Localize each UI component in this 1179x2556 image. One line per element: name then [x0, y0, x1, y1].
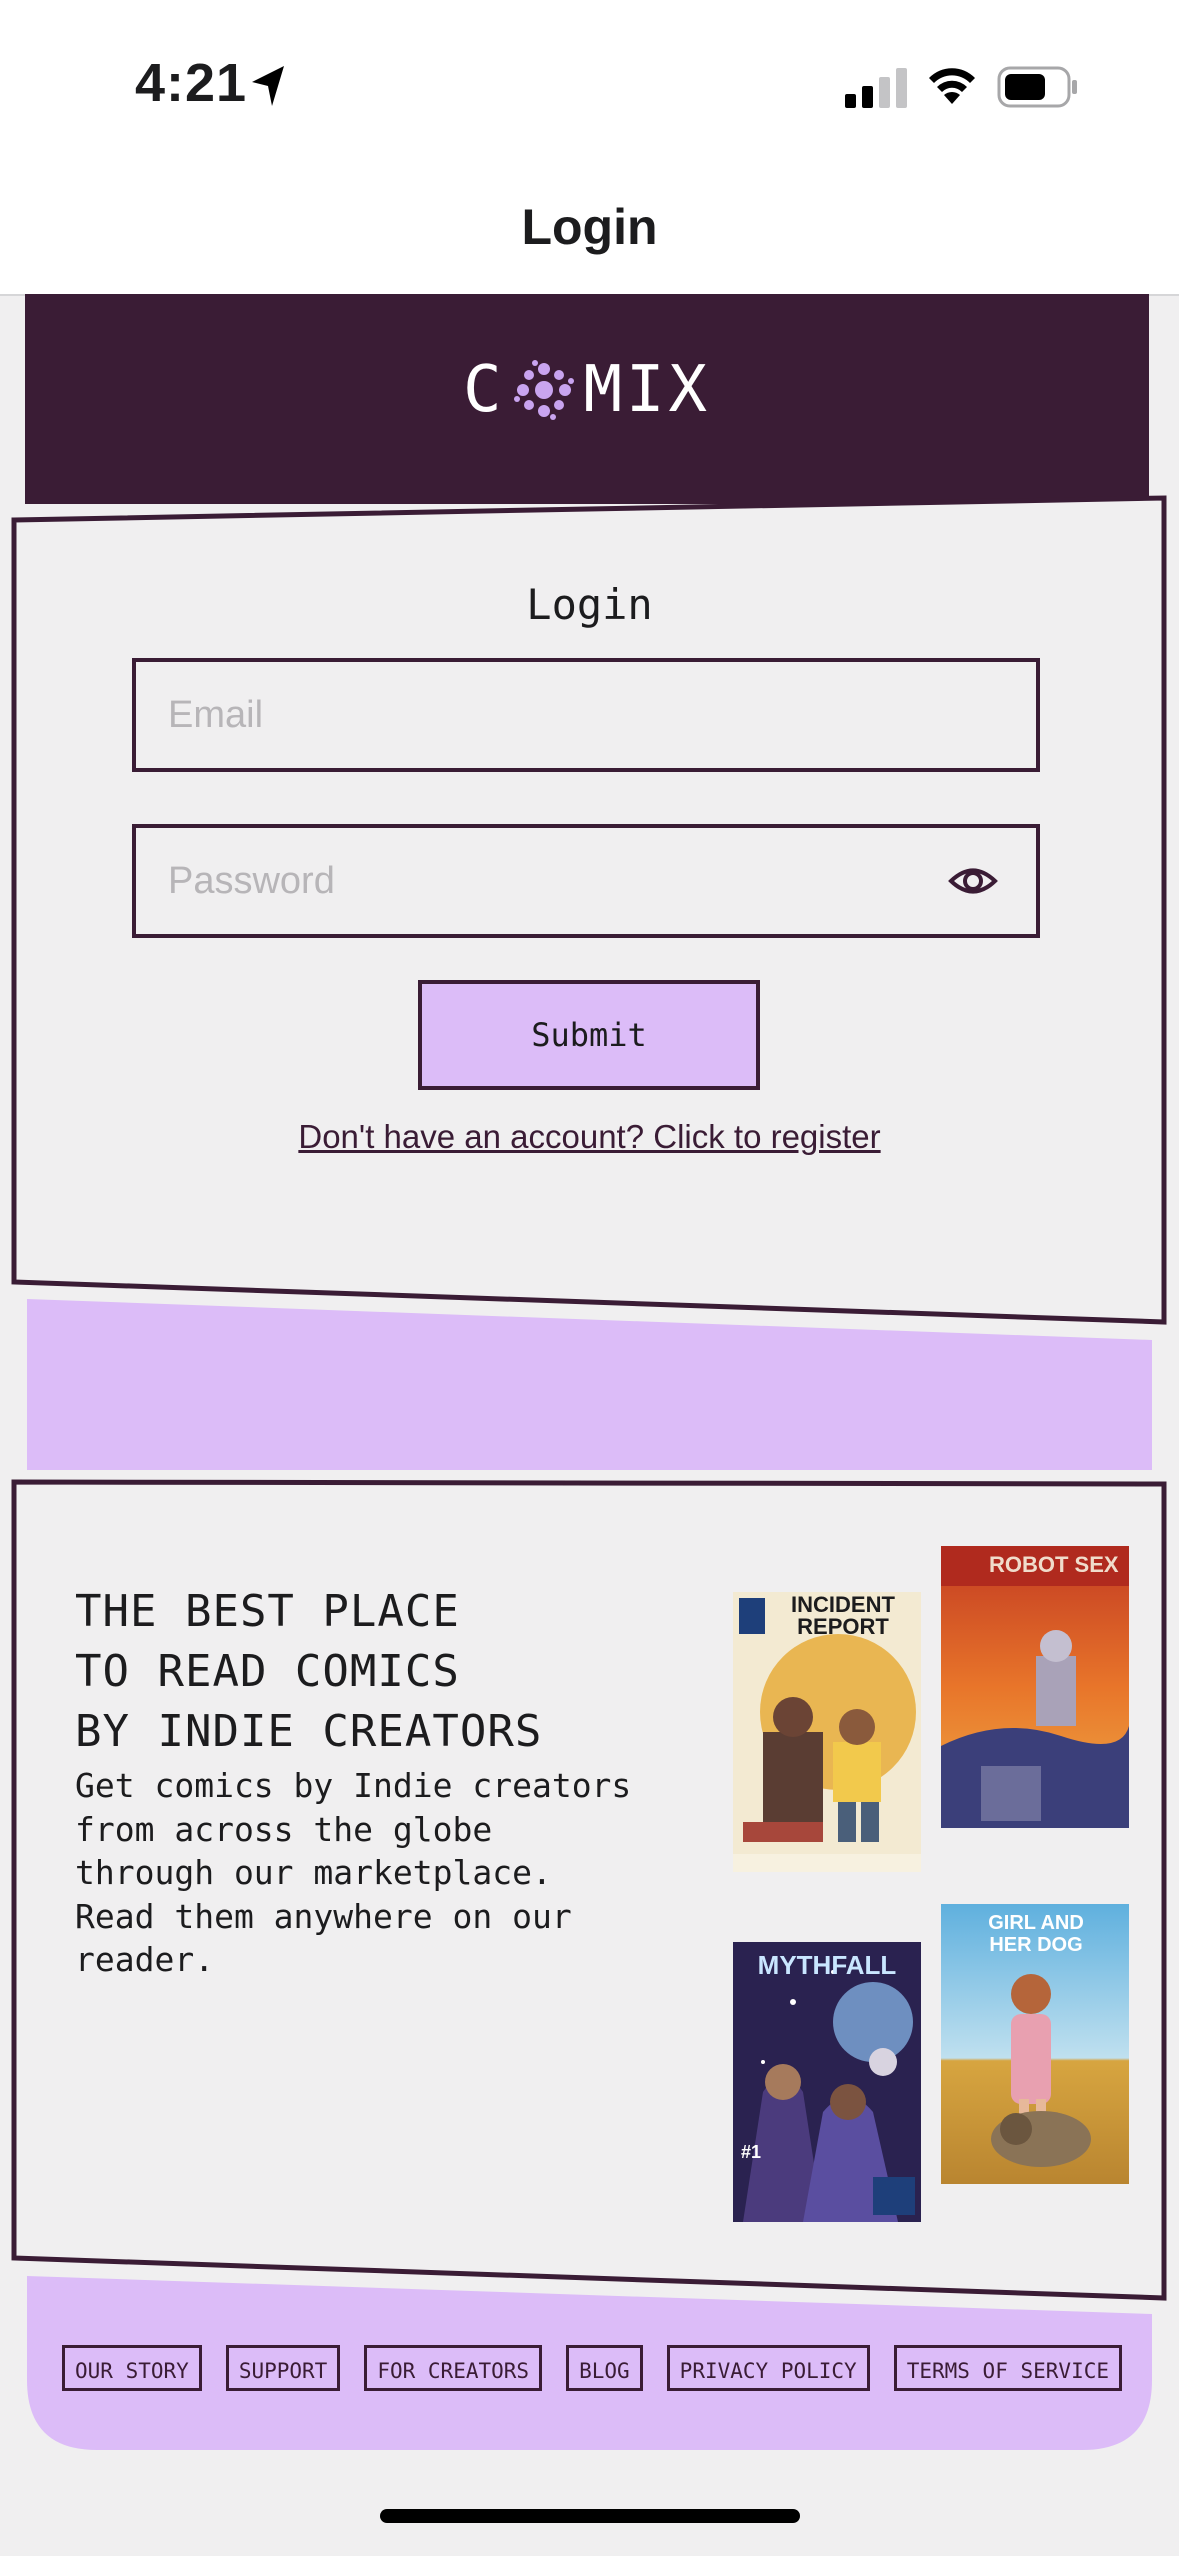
promo-body-line: through our marketplace. — [75, 1853, 552, 1892]
wifi-icon — [929, 68, 975, 104]
logo-letters-mix: MIX — [583, 353, 712, 428]
home-indicator[interactable] — [380, 2509, 800, 2523]
email-input[interactable] — [168, 662, 948, 768]
password-input[interactable] — [168, 828, 948, 934]
cover-title: MYTHFALL — [757, 1950, 897, 1980]
cover-title: GIRL AND HER DOG — [988, 1912, 1084, 1956]
comic-cover-art — [941, 1546, 1129, 1828]
status-time: 4:21 — [135, 53, 248, 113]
comic-cover-girl-and-her-dog[interactable]: GIRL AND HER DOG — [941, 1904, 1129, 2184]
promo-title-line: TO READ COMICS — [75, 1646, 460, 1697]
footer-link-privacy-policy[interactable]: PRIVACY POLICY — [666, 2345, 870, 2391]
promo-title: THE BEST PLACE TO READ COMICS BY INDIE C… — [75, 1582, 542, 1762]
cover-title: ROBOT SEX — [989, 1552, 1119, 1577]
submit-button[interactable]: Submit — [418, 980, 760, 1090]
promo-title-line: THE BEST PLACE — [75, 1586, 460, 1637]
status-bar: 4:21 — [0, 0, 1179, 170]
email-field[interactable] — [132, 658, 1040, 772]
promo-description: Get comics by Indie creators from across… — [75, 1764, 675, 1982]
cellular-signal-icon — [845, 68, 907, 108]
comix-logo[interactable]: C MIX — [25, 350, 1149, 427]
login-card: Login Submit Don't have an account? Clic… — [0, 490, 1179, 1330]
promo-body-line: Read them anywhere on our — [75, 1896, 572, 1936]
logo-dots-icon — [514, 360, 575, 421]
register-link[interactable]: Don't have an account? Click to register — [0, 1118, 1179, 1156]
nav-bar: Login — [0, 170, 1179, 296]
brand-header: C MIX — [25, 294, 1149, 504]
comic-cover-mythfall[interactable]: MYTHFALL #1 — [733, 1942, 921, 2222]
cover-issue-badge: #1 — [741, 2142, 762, 2162]
accent-band — [27, 1299, 1152, 1470]
footer-link-support[interactable]: SUPPORT — [225, 2345, 341, 2391]
footer: OUR STORY SUPPORT FOR CREATORS BLOG PRIV… — [0, 2270, 1179, 2460]
page-title: Login — [521, 199, 658, 255]
footer-links: OUR STORY SUPPORT FOR CREATORS BLOG PRIV… — [62, 2345, 1122, 2391]
footer-link-blog[interactable]: BLOG — [566, 2345, 643, 2391]
login-heading: Login — [526, 580, 653, 629]
location-arrow-icon — [252, 66, 284, 106]
cover-title: INCIDENT REPORT — [791, 1592, 895, 1639]
footer-link-for-creators[interactable]: FOR CREATORS — [364, 2345, 543, 2391]
comic-cover-incident-report[interactable]: INCIDENT REPORT — [733, 1592, 921, 1872]
password-field[interactable] — [132, 824, 1040, 938]
comic-cover-art — [733, 1942, 921, 2222]
logo-letter-c: C — [462, 353, 506, 428]
promo-body-line: from across the globe — [75, 1809, 493, 1849]
promo-body-line: Get comics by Indie creators — [75, 1766, 632, 1805]
battery-icon — [997, 66, 1077, 108]
show-password-eye-icon[interactable] — [948, 860, 998, 902]
comic-cover-robot-sex[interactable]: ROBOT SEX — [941, 1546, 1129, 1828]
footer-link-our-story[interactable]: OUR STORY — [62, 2345, 202, 2391]
footer-link-terms-of-service[interactable]: TERMS OF SERVICE — [893, 2345, 1122, 2391]
promo-title-line: BY INDIE CREATORS — [75, 1706, 543, 1757]
promo-body-line: reader. — [75, 1940, 215, 1979]
promo-card: THE BEST PLACE TO READ COMICS BY INDIE C… — [0, 1478, 1179, 2308]
